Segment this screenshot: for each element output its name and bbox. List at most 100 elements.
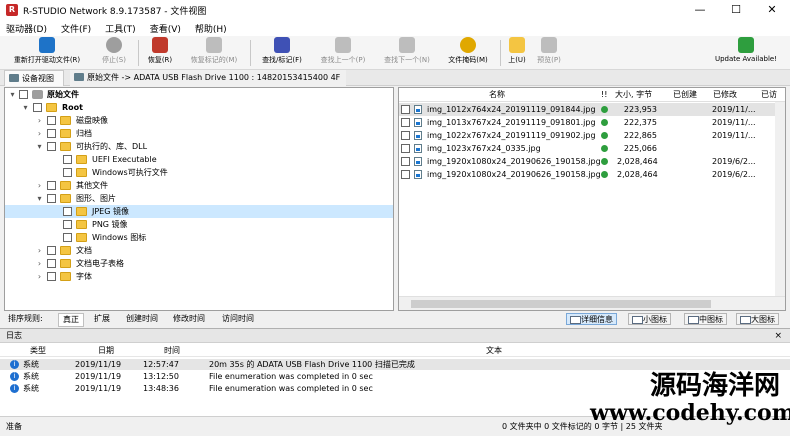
log-column-text[interactable]: 文本 [486,344,502,357]
tree-checkbox[interactable] [47,142,56,151]
stop-button[interactable]: 停止(S) [94,37,134,69]
find-mark-button[interactable]: 查找/标记(F) [256,37,308,69]
find-next-button[interactable]: 查找下一个(N) [378,37,436,69]
file-checkbox[interactable] [401,170,410,179]
tree-item-other-files[interactable]: › 其他文件 [5,179,393,192]
log-row[interactable]: i 系统 2019/11/19 12:57:47 20m 35s 的 ADATA… [0,359,790,370]
sort-modified[interactable]: 修改时间 [173,312,205,326]
tree-item-spreadsheets[interactable]: › 文档电子表格 [5,257,393,270]
column-size[interactable]: 大小, 字节 [615,88,652,102]
tree-checkbox[interactable] [63,168,72,177]
view-medium-icons-button[interactable]: 中图标 [684,313,727,325]
file-checkbox[interactable] [401,131,410,140]
sort-accessed[interactable]: 访问时间 [222,312,254,326]
file-row[interactable]: img_1023x767x24_0335.jpg 225,066 [399,142,785,155]
tree-checkbox[interactable] [47,116,56,125]
scrollbar-thumb[interactable] [411,300,711,308]
tree-item-root[interactable]: ▾ Root [5,101,393,114]
chevron-down-icon[interactable]: ▾ [35,192,44,205]
tab-device-view[interactable]: 设备视图 [4,70,64,86]
jpeg-file-icon [414,157,422,166]
tree-item-label: UEFI Executable [92,155,157,164]
file-row[interactable]: img_1012x764x24_20191119_091844.jpg 223,… [399,103,785,116]
chevron-right-icon[interactable]: › [35,114,44,127]
recover-marked-button[interactable]: 恢复标记的(M) [182,37,246,69]
file-row[interactable]: img_1920x1080x24_20190626_190158.jpg 2,0… [399,168,785,181]
tree-item-documents[interactable]: › 文档 [5,244,393,257]
file-checkbox[interactable] [401,144,410,153]
close-button[interactable]: ✕ [754,0,790,20]
tree-item-windows-icons[interactable]: Windows 图标 [5,231,393,244]
tree-item-jpeg[interactable]: JPEG 镜像 [5,205,393,218]
column-accessed[interactable]: 已访 [761,88,777,102]
tree-item-executables[interactable]: ▾ 可执行的、库、DLL [5,140,393,153]
tab-raw-files[interactable]: 原始文件 -> ADATA USB Flash Drive 1100 : 148… [70,70,347,86]
file-checkbox[interactable] [401,105,410,114]
find-prev-button[interactable]: 查找上一个(P) [314,37,372,69]
chevron-right-icon[interactable]: › [35,127,44,140]
menu-view[interactable]: 查看(V) [150,22,181,35]
menu-tools[interactable]: 工具(T) [105,22,136,35]
chevron-right-icon[interactable]: › [35,270,44,283]
chevron-down-icon[interactable]: ▾ [21,101,30,114]
file-row[interactable]: img_1022x767x24_20191119_091902.jpg 222,… [399,129,785,142]
view-small-icons-button[interactable]: 小图标 [628,313,671,325]
reopen-drive-button[interactable]: 重新打开驱动文件(R) [4,37,90,69]
tree-item-uefi-executable[interactable]: UEFI Executable [5,153,393,166]
view-large-icons-button[interactable]: 大图标 [736,313,779,325]
minimize-button[interactable]: — [682,0,718,20]
tree-item-png[interactable]: PNG 镜像 [5,218,393,231]
tree-checkbox[interactable] [47,246,56,255]
tree-checkbox[interactable] [63,233,72,242]
tree-checkbox[interactable] [63,207,72,216]
file-row[interactable]: img_1920x1080x24_20190626_190158.jpg 2,0… [399,155,785,168]
folder-icon [76,233,87,242]
view-details-button[interactable]: 详细信息 [566,313,617,325]
column-flag[interactable]: !! [601,88,607,102]
tree-item-raw-files[interactable]: ▾ 原始文件 [5,88,393,101]
chevron-down-icon[interactable]: ▾ [35,140,44,153]
file-checkbox[interactable] [401,157,410,166]
tree-checkbox[interactable] [63,220,72,229]
tree-checkbox[interactable] [33,103,42,112]
log-column-type[interactable]: 类型 [30,344,46,357]
column-created[interactable]: 已创建 [673,88,697,102]
tree-checkbox[interactable] [47,129,56,138]
file-row[interactable]: img_1013x767x24_20191119_091801.jpg 222,… [399,116,785,129]
tree-checkbox[interactable] [47,259,56,268]
chevron-right-icon[interactable]: › [35,244,44,257]
maximize-button[interactable]: ☐ [718,0,754,20]
tree-item-graphics[interactable]: ▾ 图形、图片 [5,192,393,205]
sort-extension[interactable]: 扩展 [94,312,110,326]
menu-drive[interactable]: 驱动器(D) [6,22,47,35]
chevron-right-icon[interactable]: › [35,257,44,270]
up-button[interactable]: 上(U) [504,37,530,69]
tree-item-disk-images[interactable]: › 磁盘映像 [5,114,393,127]
update-available-button[interactable]: Update Available! [706,37,786,69]
tree-checkbox[interactable] [47,181,56,190]
tree-checkbox[interactable] [47,194,56,203]
column-name[interactable]: 名称 [489,88,505,102]
file-mask-button[interactable]: 文件掩码(M) [442,37,494,69]
recover-button[interactable]: 恢复(R) [142,37,178,69]
column-modified[interactable]: 已修改 [713,88,737,102]
sort-true[interactable]: 真正 [58,313,84,327]
log-close-icon[interactable]: × [774,329,782,343]
log-column-date[interactable]: 日期 [98,344,114,357]
menu-file[interactable]: 文件(F) [61,22,91,35]
chevron-down-icon[interactable]: ▾ [8,88,17,101]
file-checkbox[interactable] [401,118,410,127]
tree-item-windows-executable[interactable]: Windows可执行文件 [5,166,393,179]
tree-item-archives[interactable]: › 归档 [5,127,393,140]
tree-checkbox[interactable] [63,155,72,164]
tree-item-fonts[interactable]: › 字体 [5,270,393,283]
chevron-right-icon[interactable]: › [35,179,44,192]
vertical-scrollbar[interactable] [775,102,785,296]
preview-button[interactable]: 预览(P) [534,37,564,69]
menu-help[interactable]: 帮助(H) [195,22,227,35]
tree-checkbox[interactable] [47,272,56,281]
horizontal-scrollbar[interactable] [399,296,785,310]
tree-checkbox[interactable] [19,90,28,99]
sort-created[interactable]: 创建时间 [126,312,158,326]
log-column-time[interactable]: 时间 [164,344,180,357]
